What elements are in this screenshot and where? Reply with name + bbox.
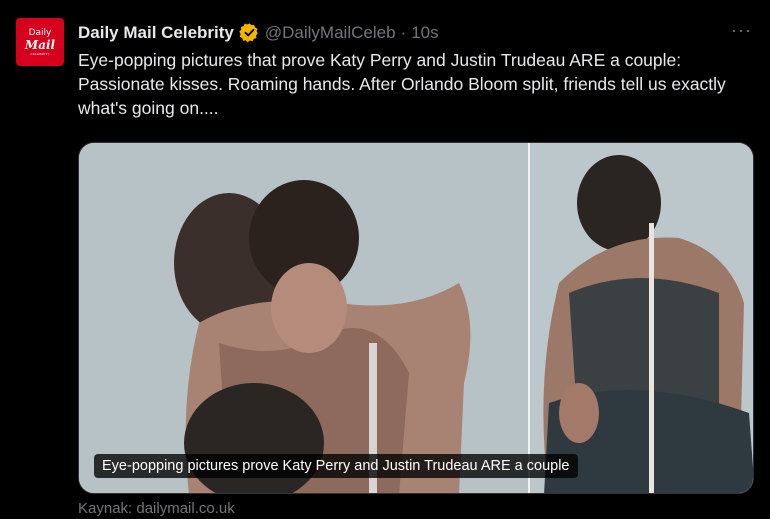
tweet-card[interactable]: Daily Mail CELEBRITY Daily Mail Celebrit… (0, 0, 770, 519)
avatar-line-celebrity: CELEBRITY (30, 51, 50, 56)
account-name[interactable]: Daily Mail Celebrity (78, 23, 234, 43)
account-handle[interactable]: @DailyMailCeleb (265, 23, 396, 43)
avatar-line-daily: Daily (28, 27, 52, 38)
tweet-timestamp[interactable]: 10s (411, 23, 438, 43)
verified-badge-icon (239, 22, 260, 43)
link-source[interactable]: Kaynak: dailymail.co.uk (78, 500, 235, 517)
tweet-text: Eye-popping pictures that prove Katy Per… (78, 50, 726, 118)
tweet-header: Daily Mail Celebrity @DailyMailCeleb · 1… (78, 22, 722, 43)
avatar[interactable]: Daily Mail CELEBRITY (16, 18, 64, 66)
avatar-line-mail: Mail (24, 37, 56, 52)
tweet-media-image[interactable] (78, 142, 754, 494)
media-photo (79, 143, 753, 493)
header-separator: · (400, 22, 407, 42)
media-caption: Eye-popping pictures prove Katy Perry an… (94, 454, 578, 478)
more-options-icon[interactable]: ··· (731, 20, 752, 41)
